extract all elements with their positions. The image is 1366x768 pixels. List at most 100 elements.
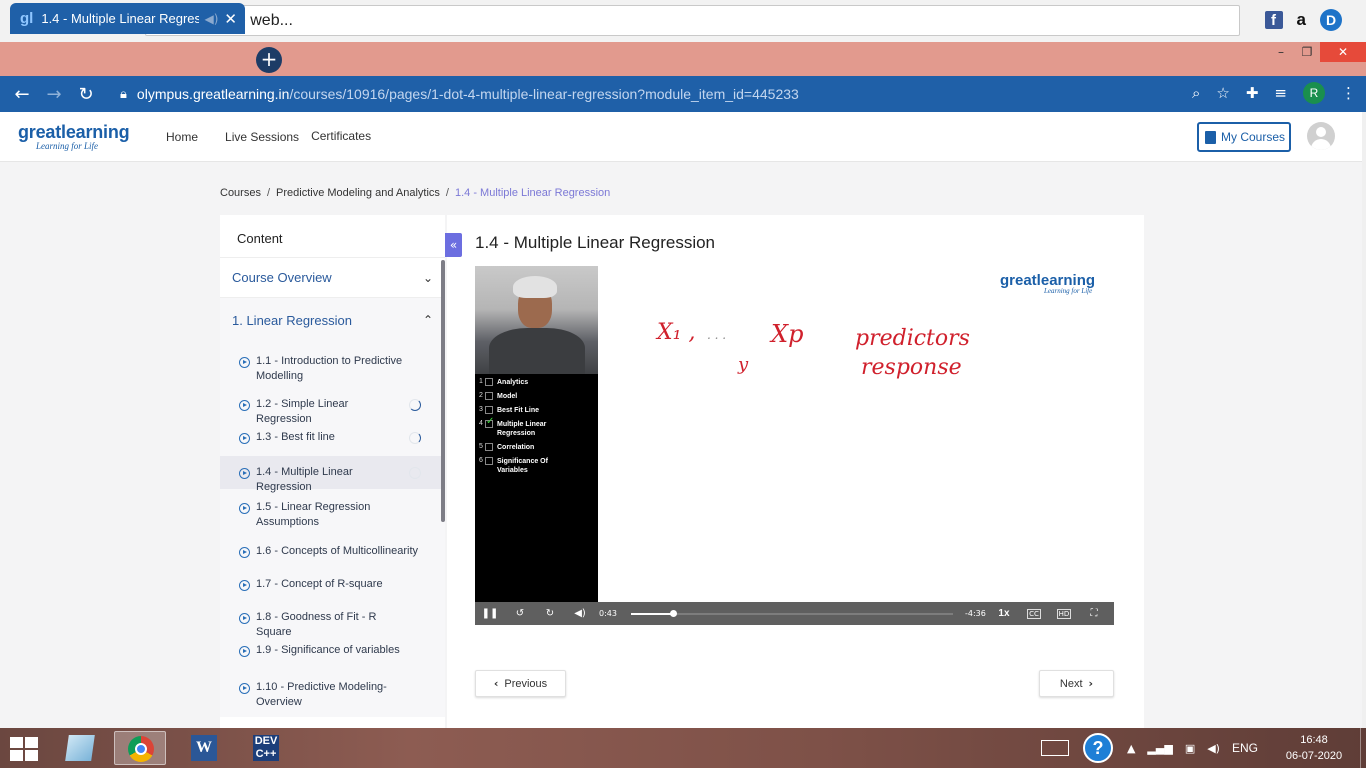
previous-label: Previous xyxy=(504,677,548,690)
sidebar-heading: Content xyxy=(237,231,283,246)
section-course-overview[interactable]: Course Overview ⌄ xyxy=(220,257,445,297)
agenda-label: Model xyxy=(497,393,518,400)
address-bar-actions: ⌕ ☆ ✚ ≡ R ⋮ xyxy=(1192,82,1356,104)
next-label: Next xyxy=(1059,677,1083,690)
agenda-label: Best Fit Line xyxy=(497,407,540,414)
facebook-icon[interactable]: f xyxy=(1264,11,1283,29)
nav-home[interactable]: Home xyxy=(166,130,198,144)
d-extension-icon[interactable]: D xyxy=(1320,9,1342,31)
sidebar-item-1-7[interactable]: 1.7 - Concept of R-square xyxy=(220,570,445,603)
nav-live-sessions[interactable]: Live Sessions xyxy=(225,130,299,144)
book-icon xyxy=(1205,130,1216,144)
windows-start-icon[interactable] xyxy=(10,737,38,761)
sidebar-item-1-1[interactable]: 1.1 - Introduction to Predictive Modelli… xyxy=(220,342,445,390)
checkbox-icon xyxy=(485,392,493,400)
section-linear-regression[interactable]: 1. Linear Regression ⌃ xyxy=(220,297,445,342)
amazon-icon[interactable]: a xyxy=(1297,10,1306,30)
extensions-icon[interactable]: ✚ xyxy=(1246,84,1259,102)
nav-certificates[interactable]: Certificates xyxy=(311,129,371,143)
taskbar-dev-cpp[interactable]: DEV C++ xyxy=(240,731,292,765)
breadcrumb-courses[interactable]: Courses xyxy=(220,187,261,199)
show-hidden-icons-icon[interactable]: ▲ xyxy=(1127,742,1135,755)
network-icon[interactable]: ▣ xyxy=(1185,742,1195,755)
maximize-button[interactable]: ❐ xyxy=(1294,42,1320,62)
speaker-icon[interactable]: ◀) xyxy=(205,12,219,26)
play-circle-icon xyxy=(239,646,250,657)
sidebar-item-label: 1.6 - Concepts of Multicollinearity xyxy=(256,545,419,557)
url-field[interactable]: olympus.greatlearning.in/courses/10916/p… xyxy=(137,86,799,102)
sidebar-item-1-4[interactable]: 1.4 - Multiple Linear Regression xyxy=(220,456,445,493)
handwritten-xp: Xp xyxy=(771,320,804,348)
video-controls: ❚❚ ↺ ↻ ◀) 0:43 -4:36 1x CC HD ⛶ xyxy=(475,602,1114,625)
page-scrollbar[interactable] xyxy=(1362,112,1366,728)
agenda-list: 1 Analytics 2 Model 3 Best Fit Line 4 Multip… xyxy=(475,374,598,602)
collapse-sidebar-button[interactable]: « xyxy=(445,233,462,257)
zoom-icon[interactable]: ⌕ xyxy=(1192,84,1200,102)
lock-icon[interactable]: 🔒︎ xyxy=(120,87,127,102)
windows-taskbar: W DEV C++ ? ▲ ▂▄▆ ▣ ◀) ENG 16:48 06-07-2… xyxy=(0,728,1366,768)
agenda-number: 1 xyxy=(479,378,483,385)
forward-icon[interactable]: → xyxy=(38,84,70,105)
sidebar-item-1-6[interactable]: 1.6 - Concepts of Multicollinearity xyxy=(220,537,445,570)
checkbox-icon xyxy=(485,378,493,386)
sidebar-item-1-2[interactable]: 1.2 - Simple Linear Regression xyxy=(220,390,445,425)
agenda-label: Multiple Linear Regression xyxy=(497,421,547,437)
video-player[interactable]: 1 Analytics 2 Model 3 Best Fit Line 4 Multip… xyxy=(475,266,1114,625)
clock[interactable]: 16:48 06-07-2020 xyxy=(1282,732,1346,764)
media-control-icon[interactable]: ≡ xyxy=(1274,84,1287,102)
new-tab-button[interactable]: + xyxy=(256,47,282,73)
close-tab-icon[interactable]: ✕ xyxy=(224,10,237,28)
agenda-number: 5 xyxy=(479,443,483,450)
captions-button[interactable]: CC xyxy=(1019,608,1049,619)
breadcrumb-separator: / xyxy=(445,187,449,199)
taskbar-word[interactable]: W xyxy=(178,731,230,765)
close-window-button[interactable]: ✕ xyxy=(1320,42,1366,62)
show-desktop-button[interactable] xyxy=(1360,728,1366,768)
sidebar-item-1-3[interactable]: 1.3 - Best fit line xyxy=(220,423,445,456)
volume-icon[interactable]: ◀) xyxy=(1207,742,1220,755)
profile-avatar[interactable]: R xyxy=(1303,82,1325,104)
sidebar-item-1-5[interactable]: 1.5 - Linear Regression Assumptions xyxy=(220,489,445,537)
greatlearning-logo[interactable]: greatlearning Learning for Life xyxy=(18,122,130,151)
seek-handle[interactable] xyxy=(669,609,677,617)
language-indicator[interactable]: ENG xyxy=(1232,741,1258,755)
signal-icon[interactable]: ▂▄▆ xyxy=(1147,742,1172,755)
web-search-input[interactable]: ⌕ Search the web... xyxy=(145,5,1240,36)
breadcrumb-course[interactable]: Predictive Modeling and Analytics xyxy=(276,187,440,199)
previous-button[interactable]: ‹ Previous xyxy=(475,670,566,697)
rewind-icon[interactable]: ↺ xyxy=(505,608,535,619)
menu-kebab-icon[interactable]: ⋮ xyxy=(1341,84,1356,102)
user-avatar[interactable] xyxy=(1307,122,1335,150)
watermark-tagline: Learning for Life xyxy=(1044,287,1093,295)
seek-bar[interactable] xyxy=(630,609,953,617)
elapsed-time: 0:43 xyxy=(599,609,617,618)
taskbar-chrome[interactable] xyxy=(114,731,166,765)
sidebar-item-1-9[interactable]: 1.9 - Significance of variables xyxy=(220,636,445,669)
sidebar-item-1-8[interactable]: 1.8 - Goodness of Fit - R Square xyxy=(220,603,445,638)
quality-button[interactable]: HD xyxy=(1049,608,1079,619)
my-courses-button[interactable]: My Courses xyxy=(1197,122,1291,152)
fullscreen-icon[interactable]: ⛶ xyxy=(1079,608,1109,619)
help-icon[interactable]: ? xyxy=(1082,733,1113,763)
agenda-item: 1 Analytics xyxy=(479,378,598,387)
reload-icon[interactable]: ↻ xyxy=(70,84,102,105)
volume-icon[interactable]: ◀) xyxy=(565,608,595,619)
breadcrumb-separator: / xyxy=(266,187,271,199)
pause-icon[interactable]: ❚❚ xyxy=(475,608,505,619)
taskbar-notepad[interactable] xyxy=(54,731,106,765)
sidebar-scrollbar[interactable] xyxy=(441,260,445,522)
seek-bar-played xyxy=(630,612,673,615)
playback-speed-button[interactable]: 1x xyxy=(989,608,1019,619)
handwritten-response: response xyxy=(861,355,962,380)
sidebar-item-label: 1.3 - Best fit line xyxy=(256,431,335,443)
minimize-button[interactable]: – xyxy=(1268,42,1294,62)
browser-tab-active[interactable]: gl 1.4 - Multiple Linear Regressi ◀) ✕ xyxy=(10,3,245,34)
forward-icon[interactable]: ↻ xyxy=(535,608,565,619)
play-circle-icon xyxy=(239,468,250,479)
next-button[interactable]: Next › xyxy=(1039,670,1114,697)
keyboard-icon[interactable] xyxy=(1040,740,1069,756)
back-icon[interactable]: ← xyxy=(6,84,38,105)
star-icon[interactable]: ☆ xyxy=(1216,84,1229,102)
sidebar-item-1-10[interactable]: 1.10 - Predictive Modeling- Overview xyxy=(220,669,445,717)
agenda-number: 4 xyxy=(479,420,483,427)
